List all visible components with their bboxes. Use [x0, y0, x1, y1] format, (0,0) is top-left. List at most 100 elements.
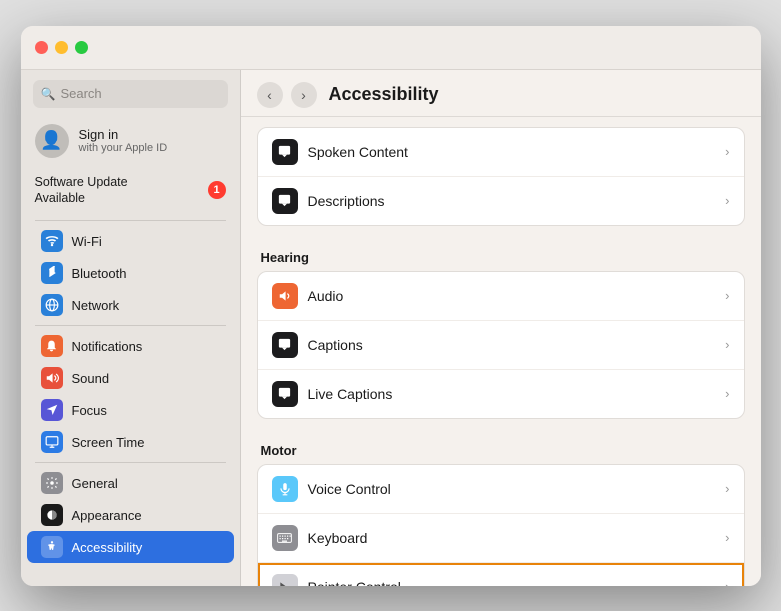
settings-list: Spoken Content › Descriptions [241, 117, 761, 586]
sidebar-item-sound[interactable]: Sound [27, 362, 234, 394]
row-label-keyboard: Keyboard [308, 530, 716, 546]
section-top: Spoken Content › Descriptions [257, 127, 745, 226]
voice-control-icon [272, 476, 298, 502]
search-box[interactable]: 🔍 Search [33, 80, 228, 108]
signin-row[interactable]: 👤 Sign in with your Apple ID [21, 116, 240, 168]
sidebar: 🔍 Search 👤 Sign in with your Apple ID So… [21, 70, 241, 586]
main-panel: ‹ › Accessibility [241, 70, 761, 586]
row-keyboard[interactable]: Keyboard › [258, 514, 744, 563]
notifications-icon [41, 335, 63, 357]
pointer-control-icon [272, 574, 298, 586]
sidebar-item-label-accessibility: Accessibility [72, 540, 143, 555]
wifi-icon [41, 230, 63, 252]
divider-3 [35, 462, 226, 463]
content-area: 🔍 Search 👤 Sign in with your Apple ID So… [21, 70, 761, 586]
titlebar [21, 26, 761, 70]
sidebar-item-wifi[interactable]: Wi-Fi [27, 225, 234, 257]
spoken-content-icon [272, 139, 298, 165]
chevron-spoken: › [725, 144, 729, 159]
back-icon: ‹ [267, 87, 272, 103]
sidebar-item-label-wifi: Wi-Fi [72, 234, 102, 249]
close-button[interactable] [35, 41, 48, 54]
software-update-label: Software UpdateAvailable [35, 174, 128, 207]
live-captions-icon [272, 381, 298, 407]
captions-icon [272, 332, 298, 358]
sidebar-item-label-bluetooth: Bluetooth [72, 266, 127, 281]
minimize-button[interactable] [55, 41, 68, 54]
sidebar-item-label-sound: Sound [72, 371, 110, 386]
chevron-keyboard: › [725, 530, 729, 545]
sidebar-item-accessibility[interactable]: Accessibility [27, 531, 234, 563]
row-live-captions[interactable]: Live Captions › [258, 370, 744, 418]
back-button[interactable]: ‹ [257, 82, 283, 108]
row-pointer-control[interactable]: Pointer Control › [258, 563, 744, 586]
chevron-voice-control: › [725, 481, 729, 496]
sidebar-item-label-appearance: Appearance [72, 508, 142, 523]
row-label-pointer-control: Pointer Control [308, 579, 716, 586]
screentime-icon [41, 431, 63, 453]
sidebar-item-label-focus: Focus [72, 403, 107, 418]
sidebar-item-screentime[interactable]: Screen Time [27, 426, 234, 458]
descriptions-icon [272, 188, 298, 214]
row-spoken-content[interactable]: Spoken Content › [258, 128, 744, 177]
settings-group-motor: Voice Control › [257, 464, 745, 586]
bluetooth-icon [41, 262, 63, 284]
row-label-live-captions: Live Captions [308, 386, 716, 402]
audio-icon [272, 283, 298, 309]
row-label-descriptions: Descriptions [308, 193, 716, 209]
row-label-audio: Audio [308, 288, 716, 304]
row-audio[interactable]: Audio › [258, 272, 744, 321]
avatar: 👤 [35, 124, 69, 158]
sidebar-item-notifications[interactable]: Notifications [27, 330, 234, 362]
section-header-motor: Motor [257, 435, 745, 464]
section-hearing: Hearing Audio › [257, 242, 745, 419]
search-icon: 🔍 [41, 87, 56, 101]
row-descriptions[interactable]: Descriptions › [258, 177, 744, 225]
chevron-descriptions: › [725, 193, 729, 208]
chevron-audio: › [725, 288, 729, 303]
appearance-icon [41, 504, 63, 526]
sidebar-item-label-screentime: Screen Time [72, 435, 145, 450]
sidebar-item-general[interactable]: General [27, 467, 234, 499]
row-captions[interactable]: Captions › [258, 321, 744, 370]
person-icon: 👤 [40, 130, 62, 151]
chevron-pointer-control: › [725, 579, 729, 586]
settings-group-top: Spoken Content › Descriptions [257, 127, 745, 226]
row-label-captions: Captions [308, 337, 716, 353]
divider-2 [35, 325, 226, 326]
forward-icon: › [301, 87, 306, 103]
focus-icon [41, 399, 63, 421]
forward-button[interactable]: › [291, 82, 317, 108]
sidebar-item-appearance[interactable]: Appearance [27, 499, 234, 531]
row-label-spoken: Spoken Content [308, 144, 716, 160]
main-header: ‹ › Accessibility [241, 70, 761, 117]
section-motor: Motor Voice Control [257, 435, 745, 586]
sidebar-item-focus[interactable]: Focus [27, 394, 234, 426]
main-window: 🔍 Search 👤 Sign in with your Apple ID So… [21, 26, 761, 586]
search-placeholder: Search [60, 86, 101, 101]
sound-icon [41, 367, 63, 389]
page-title: Accessibility [329, 84, 439, 105]
row-label-voice-control: Voice Control [308, 481, 716, 497]
signin-text: Sign in with your Apple ID [79, 127, 168, 154]
sidebar-item-label-network: Network [72, 298, 120, 313]
chevron-captions: › [725, 337, 729, 352]
sidebar-item-label-general: General [72, 476, 118, 491]
traffic-lights [35, 41, 88, 54]
section-header-hearing: Hearing [257, 242, 745, 271]
sidebar-item-network[interactable]: Network [27, 289, 234, 321]
row-voice-control[interactable]: Voice Control › [258, 465, 744, 514]
sidebar-item-label-notifications: Notifications [72, 339, 143, 354]
keyboard-icon [272, 525, 298, 551]
accessibility-icon [41, 536, 63, 558]
network-icon [41, 294, 63, 316]
general-icon [41, 472, 63, 494]
update-badge: 1 [208, 181, 226, 199]
chevron-live-captions: › [725, 386, 729, 401]
settings-group-hearing: Audio › Captions › [257, 271, 745, 419]
divider-1 [35, 220, 226, 221]
signin-title: Sign in [79, 127, 168, 142]
sidebar-item-bluetooth[interactable]: Bluetooth [27, 257, 234, 289]
software-update-row[interactable]: Software UpdateAvailable 1 [21, 168, 240, 217]
maximize-button[interactable] [75, 41, 88, 54]
